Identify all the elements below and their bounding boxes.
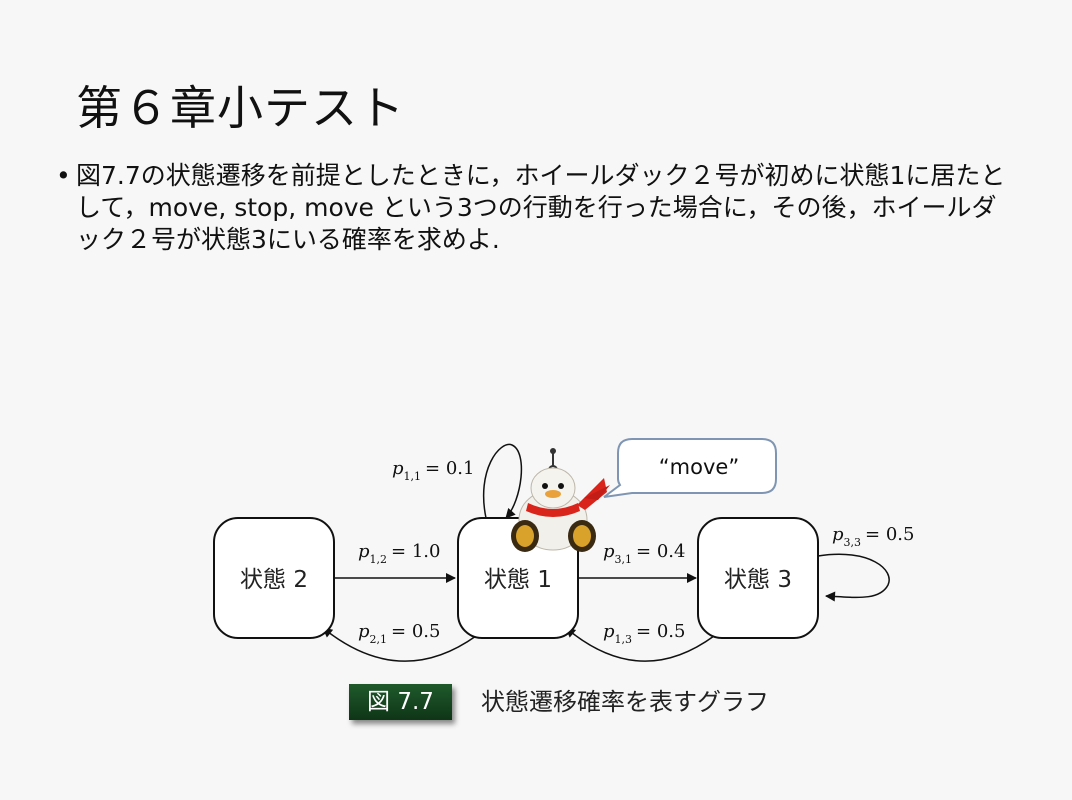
edge-3-self-loop [817, 553, 890, 602]
state-transition-diagram: 状態 2 状態 1 状態 3 p1,1 = 0.1 p1,2 = 1.0 p2,1 =… [213, 438, 914, 662]
state-2-node: 状態 2 [213, 517, 335, 639]
figure-caption: 状態遷移確率を表すグラフ [481, 688, 769, 716]
prob-label-3-1: p3,1 = 0.4 [603, 541, 685, 566]
speech-bubble-text: “move” [659, 455, 739, 479]
state-3-label: 状態 3 [724, 567, 792, 593]
speech-bubble: “move” [603, 438, 777, 498]
state-3-node: 状態 3 [697, 517, 819, 639]
prob-label-1-3: p1,3 = 0.5 [603, 621, 685, 646]
prob-label-1-2: p1,2 = 1.0 [358, 541, 440, 566]
robot-duck-icon [511, 448, 610, 552]
prob-label-1-1: p1,1 = 0.1 [392, 458, 474, 483]
state-2-label: 状態 2 [240, 567, 308, 593]
prob-label-2-1: p2,1 = 0.5 [358, 621, 440, 646]
prob-label-3-3: p3,3 = 0.5 [832, 524, 914, 549]
figure-number-badge: 図 7.7 [349, 684, 452, 720]
state-1-label: 状態 1 [484, 567, 552, 593]
edge-1-self-loop [482, 443, 523, 519]
